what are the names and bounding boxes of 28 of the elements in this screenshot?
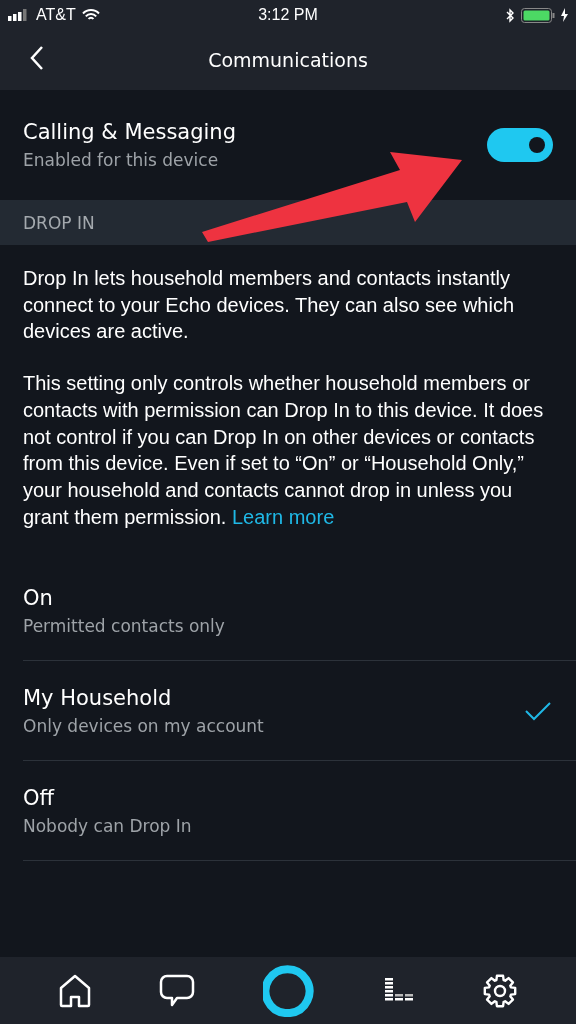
home-icon[interactable] xyxy=(59,973,91,1008)
option-row[interactable]: On Permitted contacts only xyxy=(23,561,576,662)
page-title: Communications xyxy=(208,49,368,71)
option-subtitle: Only devices on my account xyxy=(23,715,264,736)
option-title: Off xyxy=(23,785,56,810)
details-paragraph: This setting only controls whether household members or contacts with permission can Drop In to this device. It does not control if you can Drop In on other devices or contacts from this device. Even if set to “On” or “Household Only,” your household and contacts cannot drop in unless you grant them permission. Learn more xyxy=(23,371,545,530)
option-subtitle: Permitted contacts only xyxy=(23,615,225,636)
toggle-switch[interactable] xyxy=(487,128,553,162)
chat-bubble-icon[interactable] xyxy=(159,973,195,1008)
option-title: My Household xyxy=(23,685,173,710)
learn-more-link[interactable]: Learn more xyxy=(232,505,335,528)
signal-icon xyxy=(8,9,30,21)
option-subtitle: Nobody can Drop In xyxy=(23,815,192,836)
equalizer-bars-icon[interactable] xyxy=(385,977,415,1004)
description-paragraph: Drop In lets household members and contacts instantly connect to your Echo devices. They can also see which devices are active. xyxy=(23,266,515,345)
wifi-icon xyxy=(81,8,100,22)
setting-subtitle: Enabled for this device xyxy=(23,150,220,170)
settings-icon[interactable] xyxy=(483,973,517,1008)
carrier: AT&T xyxy=(36,6,76,24)
battery-icon xyxy=(521,7,555,23)
bluetooth-icon xyxy=(506,7,515,23)
option-row[interactable]: My Household Only devices on my account xyxy=(23,661,576,762)
charging-icon xyxy=(561,8,568,22)
status-time: 3:12 PM xyxy=(258,6,318,24)
alexa-ring-icon[interactable] xyxy=(263,963,317,1018)
setting-title: Calling & Messaging xyxy=(23,120,236,144)
option-title: On xyxy=(23,585,54,610)
option-row[interactable]: Off Nobody can Drop In xyxy=(23,761,576,862)
